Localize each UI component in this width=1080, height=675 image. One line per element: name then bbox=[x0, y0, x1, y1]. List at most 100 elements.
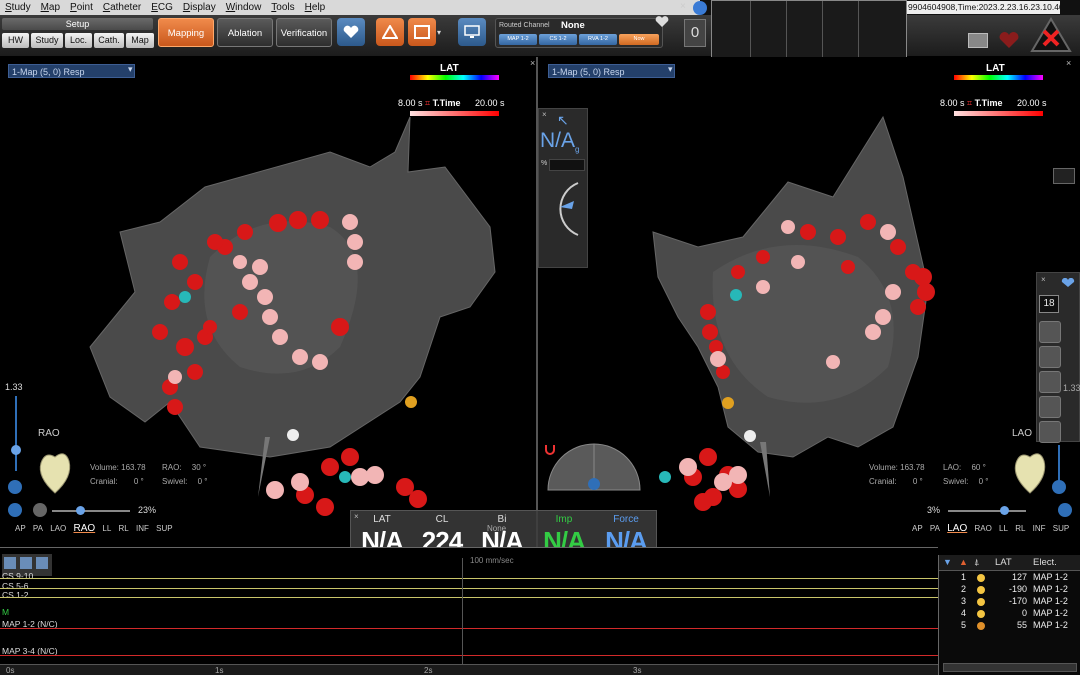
menu-catheter[interactable]: Catheter bbox=[98, 2, 146, 13]
map-tool-button[interactable] bbox=[1039, 321, 1061, 343]
table-row[interactable]: 2 -190 MAP 1-2 bbox=[939, 584, 1080, 596]
table-row[interactable]: 3 -170 MAP 1-2 bbox=[939, 596, 1080, 608]
close-icon[interactable]: × bbox=[1041, 275, 1046, 284]
rotate-view-icon[interactable] bbox=[1058, 503, 1072, 517]
point-table-scrollbar[interactable] bbox=[943, 663, 1077, 672]
right-map-selector[interactable]: 1-Map (5, 0) Resp bbox=[548, 64, 675, 78]
trace-label-m[interactable]: M bbox=[2, 607, 9, 617]
trace-label-cs-9-10[interactable]: CS 9-10 bbox=[2, 571, 33, 581]
left-zoom-slider-handle[interactable] bbox=[11, 445, 21, 455]
channel-chip-rva[interactable]: RVA 1-2 bbox=[579, 34, 617, 45]
rotate-view-icon[interactable] bbox=[8, 503, 22, 517]
left-opacity-slider[interactable] bbox=[52, 510, 130, 512]
heart-status-icon[interactable] bbox=[998, 31, 1020, 49]
left-view-ap-button[interactable]: AP bbox=[15, 524, 26, 533]
trace-tool-icon[interactable] bbox=[4, 557, 16, 569]
right-zoom-slider[interactable] bbox=[1058, 445, 1060, 485]
trace-cursor[interactable] bbox=[462, 558, 463, 664]
setup-hw-button[interactable]: HW bbox=[2, 33, 29, 48]
monitor-status-icon[interactable] bbox=[968, 33, 988, 48]
menu-ecg[interactable]: ECG bbox=[146, 2, 178, 13]
pin-icon[interactable]: ⍋ bbox=[974, 557, 979, 568]
setup-study-button[interactable]: Study bbox=[31, 33, 63, 48]
setup-loc-button[interactable]: Loc. bbox=[65, 33, 92, 48]
table-row[interactable]: 1 127 MAP 1-2 bbox=[939, 572, 1080, 584]
filter-icon[interactable]: ▼ bbox=[943, 557, 952, 567]
left-view-rl-button[interactable]: RL bbox=[119, 524, 129, 533]
menu-tools[interactable]: Tools bbox=[266, 2, 299, 13]
right-opacity-slider-handle[interactable] bbox=[1000, 506, 1009, 515]
opacity-icon[interactable] bbox=[33, 503, 47, 517]
catheter-direction-widget[interactable] bbox=[546, 442, 642, 492]
right-view-ll-button[interactable]: LL bbox=[999, 524, 1008, 533]
heart-icon[interactable] bbox=[1061, 275, 1075, 287]
mode-mapping-button[interactable]: Mapping bbox=[158, 18, 214, 47]
ecg-traces-panel[interactable]: 100 mm/sec CS 9-10 CS 5-6 CS 1-2 M MAP 1… bbox=[0, 547, 938, 675]
right-orientation-heart-icon[interactable] bbox=[1010, 445, 1050, 495]
heart-view-button[interactable] bbox=[337, 18, 365, 46]
chevron-down-icon[interactable]: ▾ bbox=[128, 64, 133, 75]
menu-point[interactable]: Point bbox=[65, 2, 98, 13]
trace-tool-icon[interactable] bbox=[36, 557, 48, 569]
table-row[interactable]: 4 0 MAP 1-2 bbox=[939, 608, 1080, 620]
left-view-pa-button[interactable]: PA bbox=[33, 524, 43, 533]
mode-verification-button[interactable]: Verification bbox=[276, 18, 332, 47]
catheter-tool-button[interactable] bbox=[1039, 396, 1061, 418]
right-opacity-slider[interactable] bbox=[948, 510, 1026, 512]
close-icon[interactable]: × bbox=[680, 1, 690, 13]
setup-map-button[interactable]: Map bbox=[126, 33, 154, 48]
left-map-selector[interactable]: 1-Map (5, 0) Resp bbox=[8, 64, 135, 78]
sort-icon[interactable]: ▲ bbox=[959, 557, 968, 567]
right-view-rl-button[interactable]: RL bbox=[1015, 524, 1025, 533]
trace-label-cs-1-2[interactable]: CS 1-2 bbox=[2, 590, 28, 600]
capture-tool-button[interactable] bbox=[408, 18, 436, 46]
reset-view-icon[interactable] bbox=[1052, 480, 1066, 494]
lat-column-header[interactable]: LAT bbox=[995, 557, 1012, 568]
reset-view-icon[interactable] bbox=[8, 480, 22, 494]
trace-tool-icon[interactable] bbox=[20, 557, 32, 569]
menu-map[interactable]: Map bbox=[36, 2, 65, 13]
magnet-tool-button[interactable] bbox=[1039, 346, 1061, 368]
menu-display[interactable]: Display bbox=[178, 2, 221, 13]
left-view-ll-button[interactable]: LL bbox=[102, 524, 111, 533]
settings-gear-icon[interactable] bbox=[693, 1, 707, 15]
mode-ablation-button[interactable]: Ablation bbox=[217, 18, 273, 47]
left-orientation-heart-icon[interactable] bbox=[35, 445, 75, 495]
hand-tool-button[interactable] bbox=[1039, 371, 1061, 393]
left-anatomy-model[interactable] bbox=[0, 57, 536, 539]
setup-cath-button[interactable]: Cath. bbox=[94, 33, 124, 48]
table-row[interactable]: 5 55 MAP 1-2 bbox=[939, 620, 1080, 632]
right-view-sup-button[interactable]: SUP bbox=[1053, 524, 1069, 533]
left-3d-view[interactable] bbox=[0, 57, 536, 539]
menu-help[interactable]: Help bbox=[300, 2, 331, 13]
pin-tool-button[interactable] bbox=[1039, 421, 1061, 443]
right-view-inf-button[interactable]: INF bbox=[1033, 524, 1046, 533]
right-view-rao-button[interactable]: RAO bbox=[974, 524, 991, 533]
chevron-down-icon[interactable]: ▾ bbox=[668, 64, 673, 75]
left-view-inf-button[interactable]: INF bbox=[136, 524, 149, 533]
chevron-down-icon[interactable]: ▾ bbox=[437, 28, 441, 37]
triangle-tool-button[interactable] bbox=[376, 18, 404, 46]
right-view-ap-button[interactable]: AP bbox=[912, 524, 923, 533]
channel-chip-map[interactable]: MAP 1-2 bbox=[499, 34, 537, 45]
left-view-rao-button[interactable]: RAO bbox=[73, 523, 95, 534]
left-view-sup-button[interactable]: SUP bbox=[156, 524, 172, 533]
screen-tool-button[interactable] bbox=[458, 18, 486, 46]
heart-monitor-icon[interactable] bbox=[655, 15, 669, 27]
right-view-lao-button[interactable]: LAO bbox=[947, 523, 967, 534]
channel-chip-now[interactable]: Now bbox=[619, 34, 659, 45]
close-icon[interactable]: × bbox=[542, 110, 547, 119]
close-icon[interactable]: × bbox=[530, 58, 535, 68]
grid-layout-icon[interactable] bbox=[1053, 168, 1075, 184]
menu-study[interactable]: Study bbox=[0, 2, 36, 13]
close-icon[interactable]: × bbox=[1066, 58, 1071, 68]
right-view-pa-button[interactable]: PA bbox=[930, 524, 940, 533]
routed-channel-value[interactable]: None bbox=[561, 20, 585, 31]
left-zoom-slider[interactable] bbox=[15, 396, 17, 471]
left-view-lao-button[interactable]: LAO bbox=[50, 524, 66, 533]
elect-column-header[interactable]: Elect. bbox=[1033, 557, 1057, 568]
channel-chip-cs[interactable]: CS 1-2 bbox=[539, 34, 577, 45]
bi-dropdown[interactable]: None bbox=[487, 524, 506, 533]
menu-window[interactable]: Window bbox=[221, 2, 267, 13]
left-opacity-slider-handle[interactable] bbox=[76, 506, 85, 515]
